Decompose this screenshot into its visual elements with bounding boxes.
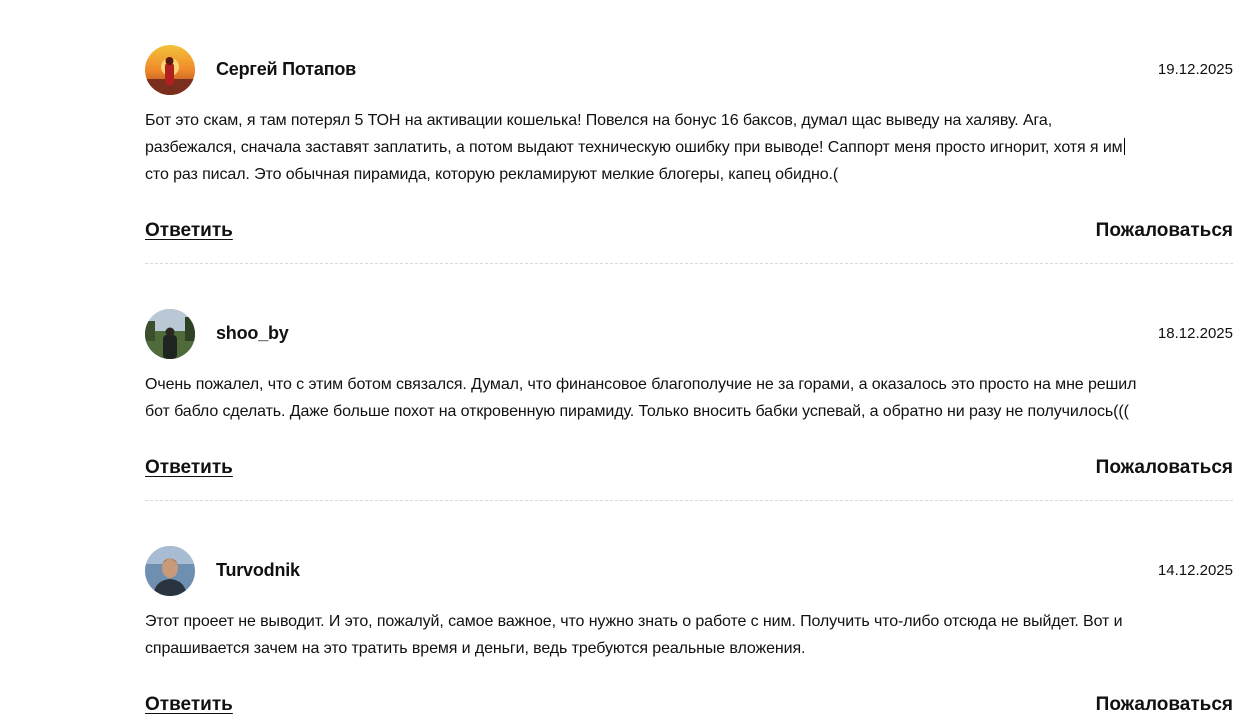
reply-button[interactable]: Ответить: [145, 220, 233, 242]
man-portrait-icon: [145, 546, 195, 596]
author-name: shoo_by: [216, 323, 289, 343]
avatar: [145, 45, 195, 95]
comment-text: Этот проеет не выводит. И это, пожалуй, …: [145, 608, 1233, 662]
author-name: Turvodnik: [216, 560, 300, 580]
comment-text: Бот это скам, я там потерял 5 ТОН на акт…: [145, 107, 1233, 188]
avatar: [145, 546, 195, 596]
comment-item: Сергей Потапов 19.12.2025 Бот это скам, …: [145, 45, 1233, 264]
avatar: [145, 309, 195, 359]
comment-text-line: разбежался, сначала заставят заплатить, …: [145, 134, 1233, 161]
divider: [145, 500, 1233, 501]
park-person-icon: [145, 309, 195, 359]
comment-header: Turvodnik 14.12.2025: [145, 546, 1233, 596]
reply-button[interactable]: Ответить: [145, 694, 233, 716]
report-button[interactable]: Пожаловаться: [1096, 220, 1233, 242]
comment-text-line: Этот проеет не выводит. И это, пожалуй, …: [145, 613, 1123, 630]
author-name: Сергей Потапов: [216, 59, 357, 79]
comment-header: Сергей Потапов 19.12.2025: [145, 45, 1233, 95]
sunset-person-icon: [145, 45, 195, 95]
report-button[interactable]: Пожаловаться: [1096, 694, 1233, 716]
text-cursor: [1123, 138, 1125, 155]
comment-text-line: спрашивается зачем на это тратить время …: [145, 640, 806, 657]
comment-text: Очень пожалел, что с этим ботом связался…: [145, 371, 1233, 425]
comment-item: shoo_by 18.12.2025 Очень пожалел, что с …: [145, 309, 1233, 501]
comment-text-line: Очень пожалел, что с этим ботом связался…: [145, 376, 1137, 393]
comment-item: Turvodnik 14.12.2025 Этот проеет не выво…: [145, 546, 1233, 715]
comment-date: 14.12.2025: [1157, 562, 1233, 579]
comment-text-line-content: разбежался, сначала заставят заплатить, …: [145, 139, 1123, 156]
comment-text-line: сто раз писал. Это обычная пирамида, кот…: [145, 166, 839, 183]
comment-text-line: Бот это скам, я там потерял 5 ТОН на акт…: [145, 112, 1053, 129]
report-button[interactable]: Пожаловаться: [1096, 457, 1233, 479]
divider: [145, 263, 1233, 264]
reply-button[interactable]: Ответить: [145, 457, 233, 479]
comment-text-line: бот бабло сделать. Даже больше похот на …: [145, 403, 1129, 420]
comment-date: 19.12.2025: [1157, 61, 1233, 78]
comment-header: shoo_by 18.12.2025: [145, 309, 1233, 359]
comment-date: 18.12.2025: [1157, 325, 1233, 342]
